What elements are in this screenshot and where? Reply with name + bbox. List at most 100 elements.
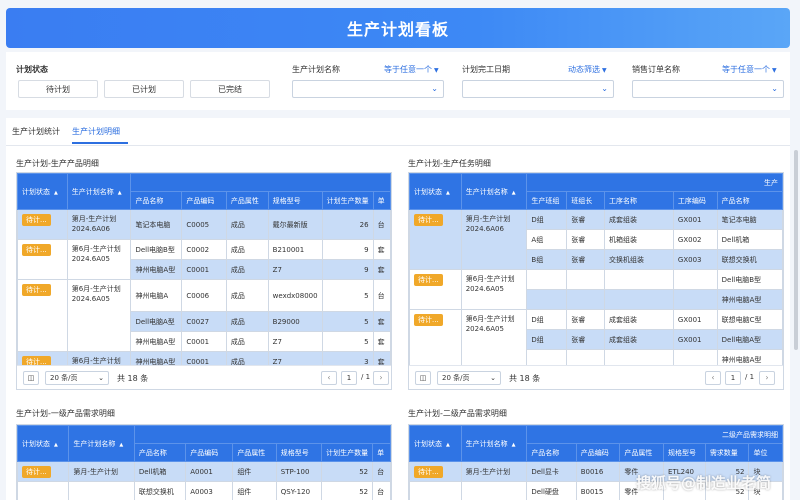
sales-order-operator-text: 等于任意一个 <box>722 65 770 74</box>
status-button-pending[interactable]: 待计划 <box>18 80 98 98</box>
pager-task-details: ◫ 20 条/页 ⌄ 共 18 条 ‹ 1 / 1 › <box>409 365 783 389</box>
next-page-button[interactable]: › <box>373 371 389 385</box>
tab-plan-statistics[interactable]: 生产计划统计 <box>12 126 60 137</box>
table-row[interactable]: 联想交换机 A0003 组件 QSY-120 52 台 <box>17 481 391 500</box>
prev-page-button[interactable]: ‹ <box>705 371 721 385</box>
table-cell: 52 <box>321 461 374 482</box>
content-area: 生产计划-生产产品明细 生产计划-生产任务明细 计划状态 ▲ 生产计划名称 ▲ 产品名称… <box>6 146 790 500</box>
next-page-button[interactable]: › <box>759 371 775 385</box>
table-row[interactable]: 待计... 第月-生产计划 Dell机箱 A0001 组件 STP-100 52 台 <box>17 461 391 482</box>
column-header: 工序名称 <box>603 191 674 210</box>
sort-icon[interactable]: ▲ <box>446 442 450 448</box>
table-cell: 成品 <box>225 239 269 260</box>
plan-name-cell: 第6月-生产计划2024.6A05 <box>66 239 132 280</box>
table-cell: Dell电脑A型 <box>130 311 183 332</box>
page-scrollbar[interactable] <box>794 150 798 350</box>
column-header[interactable]: 计划状态 ▲ <box>17 425 70 462</box>
column-header[interactable]: 生产计划名称 ▲ <box>68 425 135 462</box>
sort-icon[interactable]: ▲ <box>512 442 516 448</box>
finish-date-select[interactable]: ⌄ <box>462 80 614 98</box>
column-header[interactable]: 计划状态 ▲ <box>409 173 462 210</box>
column-header: 生产班组 <box>526 191 568 210</box>
sort-icon[interactable]: ▲ <box>119 442 123 448</box>
status-button-planned[interactable]: 已计划 <box>104 80 184 98</box>
page-size-text: 20 条/页 <box>442 374 470 382</box>
table-cell: wexdx08000 <box>267 279 323 312</box>
status-cell: 待计... <box>409 461 462 482</box>
table-cell: 成品 <box>225 259 269 280</box>
page-size-select[interactable]: 20 条/页 ⌄ <box>45 371 109 385</box>
product-name-operator[interactable]: 等于任意一个 ▼ <box>384 64 439 75</box>
finish-date-operator-text: 动态筛选 <box>568 65 600 74</box>
table-cell: C0027 <box>181 311 227 332</box>
page-size-select[interactable]: 20 条/页 ⌄ <box>437 371 501 385</box>
page-number-input[interactable]: 1 <box>725 371 741 385</box>
sort-icon[interactable]: ▲ <box>446 190 450 196</box>
page-count: / 1 <box>745 373 755 381</box>
status-badge: 待计... <box>22 244 51 256</box>
sort-icon[interactable]: ▲ <box>54 190 58 196</box>
sort-icon[interactable]: ▲ <box>54 442 58 448</box>
page-size-text: 20 条/页 <box>50 374 78 382</box>
section-title-product-details: 生产计划-生产产品明细 <box>16 159 99 168</box>
grid-icon[interactable]: ◫ <box>23 371 39 385</box>
sales-order-operator[interactable]: 等于任意一个 ▼ <box>722 64 777 75</box>
table-cell: 组件 <box>232 481 277 500</box>
table-cell: 神州电脑A型 <box>716 289 783 310</box>
table-cell: Dell电脑B型 <box>130 239 183 260</box>
status-cell: 待计... <box>409 209 462 270</box>
sort-icon[interactable]: ▲ <box>512 190 516 196</box>
table-cell: 成品 <box>225 279 269 312</box>
table-cell <box>566 269 605 290</box>
sales-order-filter-label: 销售订单名称 <box>632 65 680 74</box>
app-header: 生产计划看板 <box>6 8 790 48</box>
status-cell: 待计... <box>17 461 70 482</box>
task-details-panel: 计划状态 ▲ 生产计划名称 ▲ 生产 生产班组 班组长 工序名称 工序编码 产品名称 待计... 第月… <box>408 172 784 390</box>
table-cell: 联想交换机 <box>133 481 187 500</box>
product-name-select[interactable]: ⌄ <box>292 80 444 98</box>
finish-date-operator[interactable]: 动态筛选 ▼ <box>568 64 607 75</box>
table-cell <box>672 289 718 310</box>
table-cell: 张睿 <box>566 249 605 270</box>
table-row[interactable]: 待计... 第6月-生产计划2024.6A05 Dell电脑B型 <box>409 269 783 310</box>
plan-name-cell: 第月-生产计划 <box>68 461 135 482</box>
prev-page-button[interactable]: ‹ <box>321 371 337 385</box>
sales-order-select[interactable]: ⌄ <box>632 80 784 98</box>
column-header: 单 <box>372 443 391 462</box>
table-row[interactable]: 待计... 第6月-生产计划2024.6A05 D组 张睿 成套组装 GX001 联想电脑C… <box>409 309 783 370</box>
table-cell: Dell机箱 <box>716 229 783 250</box>
level1-demand-table: 计划状态 ▲ 生产计划名称 ▲ 产品名称 产品编码 产品属性 规格型号 计划生产数量单待计...… <box>17 425 391 500</box>
table-cell: 笔记本电脑 <box>130 209 183 240</box>
sort-icon[interactable]: ▲ <box>118 190 122 196</box>
page-number-input[interactable]: 1 <box>341 371 357 385</box>
table-cell: 台 <box>372 481 391 500</box>
table-cell: A0001 <box>185 461 234 482</box>
column-header[interactable]: 生产计划名称 ▲ <box>460 425 528 462</box>
column-header[interactable]: 计划状态 ▲ <box>409 425 462 462</box>
caret-down-icon: ▼ <box>602 67 607 74</box>
table-cell: 套 <box>372 311 391 332</box>
table-row[interactable]: 待计... 第6月-生产计划2024.6A05 神州电脑A C0006 成品 wexdx0… <box>17 279 391 352</box>
table-cell: STP-100 <box>275 461 323 482</box>
table-cell: D组 <box>526 209 568 230</box>
level1-demand-panel: 计划状态 ▲ 生产计划名称 ▲ 产品名称 产品编码 产品属性 规格型号 计划生产数量单待计...… <box>16 424 392 500</box>
table-cell: A0003 <box>185 481 234 500</box>
product-name-filter-label: 生产计划名称 <box>292 65 340 74</box>
grid-icon[interactable]: ◫ <box>415 371 431 385</box>
status-button-finished[interactable]: 已完结 <box>190 80 270 98</box>
section-title-task-details: 生产计划-生产任务明细 <box>408 159 491 168</box>
column-header[interactable]: 生产计划名称 ▲ <box>460 173 528 210</box>
table-row[interactable]: 待计... 第6月-生产计划2024.6A05 Dell电脑B型 C0002 成品 B21… <box>17 239 391 280</box>
column-header[interactable]: 生产计划名称 ▲ <box>66 173 132 210</box>
table-cell: 成套组装 <box>603 309 674 330</box>
column-header[interactable]: 计划状态 ▲ <box>17 173 68 210</box>
table-cell: Dell显卡 <box>526 461 577 482</box>
plan-name-cell: 第月-生产计划 <box>460 461 528 482</box>
watermark: 搜狐号@制造业老简 <box>636 474 772 492</box>
table-row[interactable]: 待计... 第月-生产计划2024.6A06 笔记本电脑 C0005 成品 戴尔最新版 26… <box>17 209 391 240</box>
table-cell: QSY-120 <box>275 481 323 500</box>
table-row[interactable]: 待计... 第月-生产计划2024.6A06 D组 张睿 成套组装 GX001 笔记本电脑 <box>409 209 783 270</box>
status-badge: 待计... <box>414 314 443 326</box>
status-badge: 待计... <box>22 214 51 226</box>
tab-plan-details[interactable]: 生产计划明细 <box>72 126 120 137</box>
